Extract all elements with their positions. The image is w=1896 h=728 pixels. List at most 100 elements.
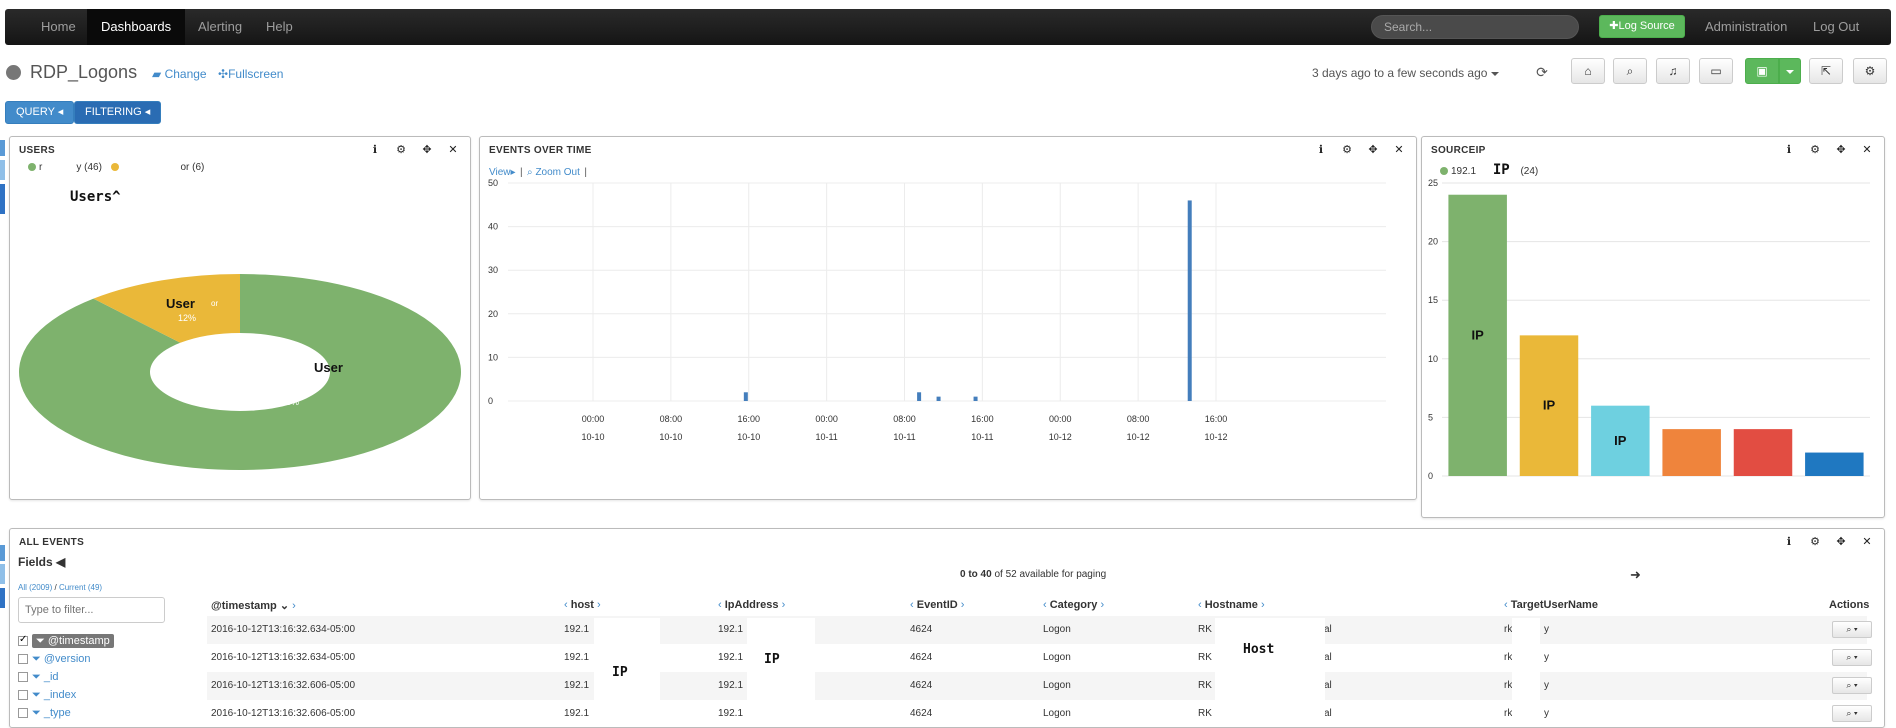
x-tick-label: 10-11: [971, 432, 993, 442]
close-icon[interactable]: ✕: [1390, 143, 1408, 156]
column-header-hostname[interactable]: ‹ Hostname ›: [1198, 599, 1265, 611]
sourceip-legend: 192.1 IP (24): [1440, 162, 1538, 178]
info-icon[interactable]: ℹ: [1312, 143, 1330, 156]
checkbox[interactable]: [18, 654, 28, 665]
event-bar: [743, 392, 748, 401]
x-tick-label: 08:00: [1127, 414, 1150, 424]
settings-button[interactable]: ⚙: [1853, 58, 1887, 84]
ip-overlay-label: IP: [612, 665, 628, 680]
refresh-icon[interactable]: ⟳: [1533, 64, 1551, 82]
timerange-dropdown[interactable]: 3 days ago to a few seconds ago: [1312, 66, 1500, 80]
filtering-button[interactable]: FILTERING ◂: [74, 101, 162, 124]
column-header-eventid[interactable]: ‹ EventID ›: [910, 599, 964, 611]
log-source-button[interactable]: ✚Log Source: [1599, 15, 1685, 38]
nav-dashboards[interactable]: Dashboards: [87, 9, 186, 45]
field-item[interactable]: ⏷ @version: [18, 653, 91, 666]
change-link[interactable]: ▰ Change: [152, 67, 207, 81]
close-icon[interactable]: ✕: [1858, 535, 1876, 548]
checkbox[interactable]: [18, 672, 28, 683]
alert-button[interactable]: ♫: [1656, 58, 1690, 84]
fields-toggle[interactable]: Fields ◀: [18, 555, 65, 569]
bar-overlay-label: IP: [1543, 398, 1556, 413]
fullscreen-link[interactable]: ✣Fullscreen: [218, 67, 283, 81]
y-tick-label: 10: [488, 352, 498, 362]
field-item[interactable]: ⏷ @timestamp: [18, 634, 114, 648]
x-tick-label: 00:00: [815, 414, 838, 424]
info-icon[interactable]: ℹ: [1780, 535, 1798, 548]
caret-left-icon: ◂: [57, 106, 64, 118]
chevron-right-icon: ›: [1100, 599, 1105, 611]
sourceip-bar-chart: 0 5 10 15 20 25 IP IP IP: [1428, 178, 1870, 481]
row-actions-button[interactable]: ⌕ ▾: [1832, 621, 1872, 638]
table-row[interactable]: 2016-10-12T13:16:32.606-05:00 192.1 192.…: [207, 672, 1872, 700]
checkbox[interactable]: [18, 634, 28, 647]
nav-logout[interactable]: Log Out: [1799, 9, 1873, 45]
x-tick-label: 16:00: [737, 414, 760, 424]
share-icon: ⇱: [1820, 64, 1832, 78]
info-icon[interactable]: ℹ: [1780, 143, 1798, 156]
column-header-targetusername[interactable]: ‹ TargetUserName: [1504, 599, 1598, 611]
panel-controls: ℹ ⚙ ✥ ✕: [358, 143, 462, 156]
move-icon[interactable]: ✥: [1364, 143, 1382, 156]
table-row[interactable]: 2016-10-12T13:16:32.634-05:00 192.1 192.…: [207, 616, 1872, 644]
move-icon[interactable]: ✥: [1832, 143, 1850, 156]
next-page-icon[interactable]: ➜: [1630, 567, 1641, 583]
search-button[interactable]: ⌕: [1613, 58, 1647, 84]
nav-home[interactable]: Home: [27, 9, 90, 45]
search-input[interactable]: [1371, 15, 1579, 39]
y-tick-label: 20: [1428, 237, 1438, 247]
panel-title: EVENTS OVER TIME: [489, 145, 592, 156]
caret-down-icon: ▾: [1853, 652, 1858, 662]
field-item[interactable]: ⏷ _index: [18, 689, 76, 702]
column-header-category[interactable]: ‹ Category ›: [1043, 599, 1104, 611]
x-tick-label: 10-11: [815, 432, 837, 442]
column-header-host[interactable]: ‹ host ›: [564, 599, 601, 611]
chevron-left-icon: ‹: [564, 599, 568, 611]
home-button[interactable]: ⌂: [1571, 58, 1605, 84]
gear-icon[interactable]: ⚙: [1806, 143, 1824, 156]
events-over-time-panel: EVENTS OVER TIME ℹ ⚙ ✥ ✕ View▸ | ⌕ Zoom Out…: [479, 136, 1417, 500]
legend-swatch: [28, 163, 36, 172]
chevron-left-icon: ‹: [1043, 599, 1047, 611]
table-row[interactable]: 2016-10-12T13:16:32.606-05:00 192.1 192.…: [207, 700, 1872, 728]
current-fields-link[interactable]: Current (49): [59, 583, 102, 592]
host-overlay-label: Host: [1243, 642, 1275, 657]
checkbox[interactable]: [18, 708, 28, 719]
info-icon[interactable]: ℹ: [366, 143, 384, 156]
row-actions-button[interactable]: ⌕ ▾: [1832, 649, 1872, 666]
row-actions-button[interactable]: ⌕ ▾: [1832, 677, 1872, 694]
save-icon: ▣: [1756, 64, 1768, 78]
gear-icon[interactable]: ⚙: [1806, 535, 1824, 548]
caret-down-icon: ▾: [1853, 624, 1858, 634]
event-bar: [936, 396, 941, 401]
close-icon[interactable]: ✕: [1858, 143, 1876, 156]
row-actions-button[interactable]: ⌕ ▾: [1832, 705, 1872, 722]
gear-icon[interactable]: ⚙: [392, 143, 410, 156]
column-header-timestamp[interactable]: @timestamp ⌄ ›: [211, 599, 296, 612]
save-options-button[interactable]: [1779, 58, 1801, 84]
search-icon: ⌕: [1846, 652, 1852, 662]
close-icon[interactable]: ✕: [444, 143, 462, 156]
checkbox[interactable]: [18, 690, 28, 701]
query-button[interactable]: QUERY ◂: [5, 101, 75, 124]
share-button[interactable]: ⇱: [1809, 58, 1843, 84]
caret-left-icon: ◂: [144, 106, 151, 118]
column-header-ipaddress[interactable]: ‹ IpAddress ›: [718, 599, 785, 611]
nav-alerting[interactable]: Alerting: [184, 9, 256, 45]
move-icon[interactable]: ✥: [1832, 535, 1850, 548]
row-rail: [0, 545, 5, 561]
nav-administration[interactable]: Administration: [1691, 9, 1801, 45]
move-icon[interactable]: ✥: [418, 143, 436, 156]
gear-icon[interactable]: ⚙: [1338, 143, 1356, 156]
field-filter-input[interactable]: [18, 597, 165, 623]
x-tick-label: 10-12: [1127, 432, 1150, 442]
nav-help[interactable]: Help: [252, 9, 307, 45]
x-tick-label: 08:00: [660, 414, 683, 424]
open-button[interactable]: ▭: [1699, 58, 1733, 84]
table-row[interactable]: 2016-10-12T13:16:32.634-05:00 192.1 192.…: [207, 644, 1872, 672]
field-item[interactable]: ⏷ _id: [18, 671, 59, 684]
save-button[interactable]: ▣: [1745, 58, 1779, 84]
x-tick-label: 08:00: [893, 414, 916, 424]
field-item[interactable]: ⏷ _type: [18, 707, 71, 720]
all-fields-link[interactable]: All (2009): [18, 583, 52, 592]
